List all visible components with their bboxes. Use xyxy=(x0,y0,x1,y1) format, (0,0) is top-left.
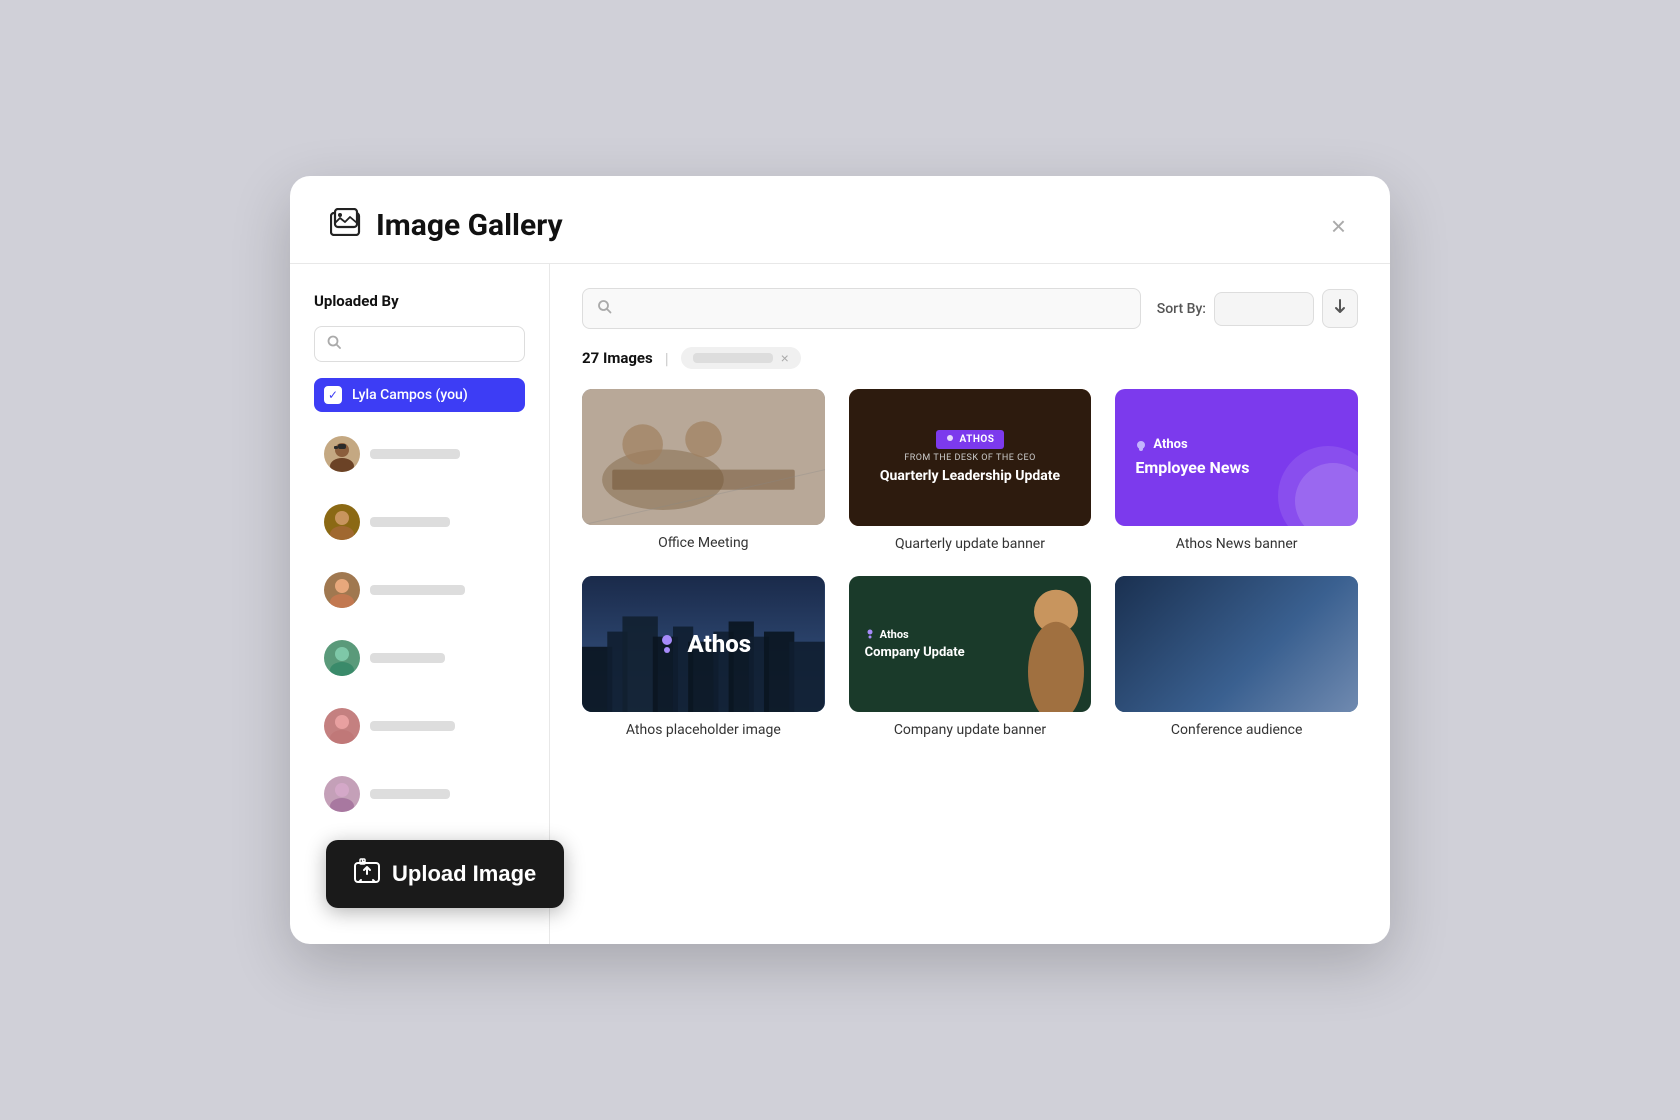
user-name-placeholder-1 xyxy=(370,449,460,459)
image-card-2[interactable]: Athos From the desk of the CEO Quarterly… xyxy=(849,389,1092,552)
user-item-2[interactable] xyxy=(314,496,525,548)
image-count: 27 Images xyxy=(582,349,653,367)
sort-select[interactable]: Name Date Size xyxy=(1214,292,1314,326)
user-name-placeholder-6 xyxy=(370,789,450,799)
sort-label: Sort By: xyxy=(1157,301,1206,317)
image-label-1: Office Meeting xyxy=(582,535,825,551)
filter-row: 27 Images | × xyxy=(582,347,1358,369)
modal-header: Image Gallery × xyxy=(290,176,1390,264)
quarterly-sub: From the desk of the CEO xyxy=(904,453,1036,463)
image-label-3: Athos News banner xyxy=(1115,536,1358,552)
image-label-5: Company update banner xyxy=(849,722,1092,738)
sidebar-search-container[interactable] xyxy=(314,326,525,362)
image-thumb-2: Athos From the desk of the CEO Quarterly… xyxy=(849,389,1092,526)
company-update-logo: Athos xyxy=(865,628,909,641)
user-item-6[interactable] xyxy=(314,768,525,820)
image-label-2: Quarterly update banner xyxy=(849,536,1092,552)
image-card-4[interactable]: Athos Athos placeholder image xyxy=(582,576,825,739)
upload-button-wrapper: Upload Image xyxy=(326,840,564,908)
user-item-3[interactable] xyxy=(314,564,525,616)
close-button[interactable]: × xyxy=(1327,209,1350,243)
selected-user-name: Lyla Campos (you) xyxy=(352,387,468,403)
image-thumb-5: Athos Company Update xyxy=(849,576,1092,713)
athos-news-logo-row: Athos xyxy=(1135,437,1187,452)
user-name-placeholder-5 xyxy=(370,721,455,731)
image-card-6[interactable]: Conference audience xyxy=(1115,576,1358,739)
avatar-3 xyxy=(324,572,360,608)
user-item-4[interactable] xyxy=(314,632,525,684)
sidebar-search-icon xyxy=(327,335,341,353)
image-label-4: Athos placeholder image xyxy=(582,722,825,738)
image-thumb-3: Athos Employee News xyxy=(1115,389,1358,526)
user-name-placeholder-2 xyxy=(370,517,450,527)
image-thumb-6 xyxy=(1115,576,1358,713)
avatar-4 xyxy=(324,640,360,676)
athos-big-logo: Athos xyxy=(582,576,825,712)
user-item-5[interactable] xyxy=(314,700,525,752)
user-name-placeholder-3 xyxy=(370,585,465,595)
quarterly-inner: Athos From the desk of the CEO Quarterly… xyxy=(849,389,1092,526)
upload-image-button[interactable]: Upload Image xyxy=(326,840,564,908)
image-gallery-modal: Image Gallery × Uploaded By ✓ Lyla Campo… xyxy=(290,176,1390,944)
quarterly-badge: Athos xyxy=(936,430,1005,449)
gallery-icon xyxy=(330,208,362,243)
company-update-text: Company Update xyxy=(865,645,965,660)
filter-chip[interactable]: × xyxy=(681,347,801,369)
sidebar-search-input[interactable] xyxy=(349,336,512,352)
quarterly-title: Quarterly Leadership Update xyxy=(880,467,1060,485)
user-name-placeholder-4 xyxy=(370,653,445,663)
main-search-icon xyxy=(597,299,612,318)
image-label-6: Conference audience xyxy=(1115,722,1358,738)
user-checkbox: ✓ xyxy=(324,386,342,404)
main-content: Sort By: Name Date Size 27 Images | xyxy=(550,264,1390,944)
sort-group: Sort By: Name Date Size xyxy=(1157,289,1358,328)
user-item-1[interactable] xyxy=(314,428,525,480)
sort-direction-button[interactable] xyxy=(1322,289,1358,328)
image-card-5[interactable]: Athos Company Update Company update bann… xyxy=(849,576,1092,739)
main-search-input[interactable] xyxy=(620,301,1126,317)
avatar-1 xyxy=(324,436,360,472)
image-card-1[interactable]: Office Meeting xyxy=(582,389,825,552)
modal-title-group: Image Gallery xyxy=(330,208,563,243)
filter-chip-label xyxy=(693,353,773,363)
filter-chip-close-button[interactable]: × xyxy=(779,351,791,365)
upload-icon xyxy=(354,858,380,890)
avatar-5 xyxy=(324,708,360,744)
modal-title: Image Gallery xyxy=(376,208,563,243)
user-item-selected[interactable]: ✓ Lyla Campos (you) xyxy=(314,378,525,412)
search-sort-row: Sort By: Name Date Size xyxy=(582,288,1358,329)
images-grid: Office Meeting Athos From the desk of th… xyxy=(582,389,1358,738)
upload-image-label: Upload Image xyxy=(392,861,536,887)
main-search-container[interactable] xyxy=(582,288,1141,329)
image-card-3[interactable]: Athos Employee News Athos News banner xyxy=(1115,389,1358,552)
avatar-6 xyxy=(324,776,360,812)
image-thumb-1 xyxy=(582,389,825,525)
image-thumb-4: Athos xyxy=(582,576,825,712)
sidebar-title: Uploaded By xyxy=(314,292,525,310)
employee-news-title: Employee News xyxy=(1135,458,1249,477)
avatar-2 xyxy=(324,504,360,540)
